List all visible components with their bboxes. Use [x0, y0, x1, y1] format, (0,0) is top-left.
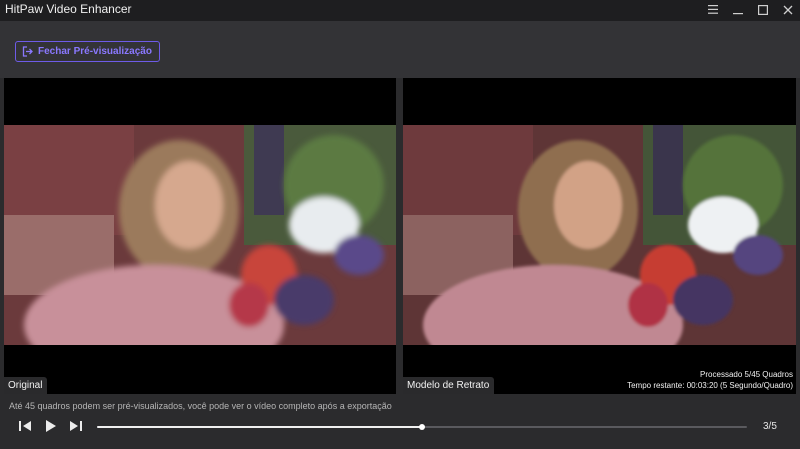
step-forward-icon: [70, 421, 82, 431]
progress-fill: [97, 426, 422, 428]
previous-frame-button[interactable]: [16, 417, 34, 435]
close-icon: [783, 5, 792, 14]
maximize-button[interactable]: [750, 0, 775, 19]
step-back-icon: [19, 421, 31, 431]
exit-preview-icon: [22, 46, 33, 57]
enhanced-video-frame: [403, 125, 796, 345]
maximize-icon: [757, 4, 768, 15]
preview-info-text: Até 45 quadros podem ser pré-visualizado…: [9, 401, 392, 411]
menu-button[interactable]: [700, 0, 725, 19]
play-icon: [46, 420, 56, 432]
original-preview-panel: Original: [4, 78, 396, 394]
close-preview-button[interactable]: Fechar Pré-visualização: [15, 41, 160, 62]
hamburger-icon: [707, 5, 718, 14]
title-bar: HitPaw Video Enhancer: [0, 0, 800, 19]
original-label: Original: [4, 377, 48, 394]
processed-frames-text: Processado 5/45 Quadros: [700, 370, 793, 379]
minimize-icon: [732, 12, 743, 14]
progress-slider[interactable]: [97, 424, 747, 430]
enhanced-preview-panel: Modelo de Retrato Processado 5/45 Quadro…: [403, 78, 796, 394]
original-video-frame: [4, 125, 396, 345]
next-frame-button[interactable]: [67, 417, 85, 435]
app-title: HitPaw Video Enhancer: [5, 2, 132, 16]
play-button[interactable]: [42, 417, 60, 435]
window-controls: [700, 0, 800, 19]
close-window-button[interactable]: [775, 0, 800, 19]
close-preview-label: Fechar Pré-visualização: [38, 46, 152, 57]
toolbar: Fechar Pré-visualização: [0, 19, 800, 78]
frame-counter: 3/5: [763, 421, 777, 432]
minimize-button[interactable]: [725, 0, 750, 19]
remaining-time-text: Tempo restante: 00:03:20 (5 Segundo/Quad…: [627, 381, 793, 390]
processing-status: Processado 5/45 Quadros Tempo restante: …: [627, 369, 793, 391]
playback-bar: Até 45 quadros podem ser pré-visualizado…: [0, 394, 800, 449]
model-label: Modelo de Retrato: [403, 377, 495, 394]
progress-thumb[interactable]: [419, 424, 425, 430]
